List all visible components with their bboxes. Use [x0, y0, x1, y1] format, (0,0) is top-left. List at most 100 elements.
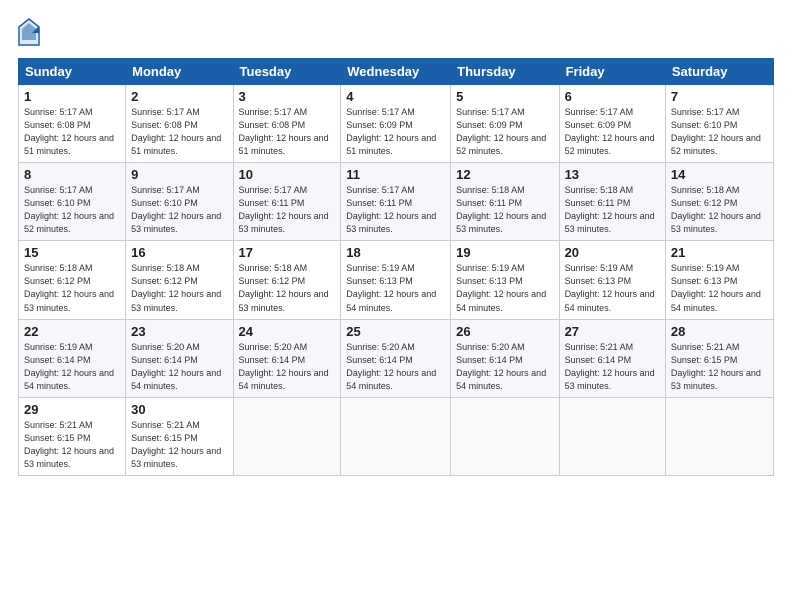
- day-info: Sunrise: 5:18 AMSunset: 6:12 PMDaylight:…: [239, 262, 336, 314]
- day-number: 7: [671, 89, 768, 104]
- day-info: Sunrise: 5:20 AMSunset: 6:14 PMDaylight:…: [346, 341, 445, 393]
- calendar-cell: 13 Sunrise: 5:18 AMSunset: 6:11 PMDayligh…: [559, 163, 665, 241]
- day-info: Sunrise: 5:17 AMSunset: 6:08 PMDaylight:…: [239, 106, 336, 158]
- day-info: Sunrise: 5:18 AMSunset: 6:12 PMDaylight:…: [131, 262, 227, 314]
- calendar-cell: 11 Sunrise: 5:17 AMSunset: 6:11 PMDayligh…: [341, 163, 451, 241]
- day-info: Sunrise: 5:17 AMSunset: 6:09 PMDaylight:…: [346, 106, 445, 158]
- day-info: Sunrise: 5:18 AMSunset: 6:11 PMDaylight:…: [456, 184, 553, 236]
- day-number: 26: [456, 324, 553, 339]
- day-info: Sunrise: 5:17 AMSunset: 6:08 PMDaylight:…: [131, 106, 227, 158]
- day-number: 2: [131, 89, 227, 104]
- day-number: 4: [346, 89, 445, 104]
- calendar-cell: 18Sunrise: 5:19 AMSunset: 6:13 PMDayligh…: [341, 241, 451, 319]
- weekday-header-saturday: Saturday: [665, 59, 773, 85]
- calendar-week-4: 22Sunrise: 5:19 AMSunset: 6:14 PMDayligh…: [19, 319, 774, 397]
- calendar-cell: 16 Sunrise: 5:18 AMSunset: 6:12 PMDayligh…: [126, 241, 233, 319]
- day-info: Sunrise: 5:19 AMSunset: 6:13 PMDaylight:…: [456, 262, 553, 314]
- calendar-cell: 22Sunrise: 5:19 AMSunset: 6:14 PMDayligh…: [19, 319, 126, 397]
- day-number: 18: [346, 245, 445, 260]
- calendar-cell: 15 Sunrise: 5:18 AMSunset: 6:12 PMDayligh…: [19, 241, 126, 319]
- calendar-cell: 26 Sunrise: 5:20 AMSunset: 6:14 PMDayligh…: [451, 319, 559, 397]
- day-number: 25: [346, 324, 445, 339]
- calendar-cell: 19 Sunrise: 5:19 AMSunset: 6:13 PMDayligh…: [451, 241, 559, 319]
- calendar-week-5: 29Sunrise: 5:21 AMSunset: 6:15 PMDayligh…: [19, 397, 774, 475]
- calendar-cell: [559, 397, 665, 475]
- weekday-header-friday: Friday: [559, 59, 665, 85]
- day-info: Sunrise: 5:19 AMSunset: 6:13 PMDaylight:…: [565, 262, 660, 314]
- day-info: Sunrise: 5:17 AMSunset: 6:09 PMDaylight:…: [565, 106, 660, 158]
- calendar-cell: 3 Sunrise: 5:17 AMSunset: 6:08 PMDaylight…: [233, 85, 341, 163]
- day-info: Sunrise: 5:17 AMSunset: 6:10 PMDaylight:…: [24, 184, 120, 236]
- day-info: Sunrise: 5:19 AMSunset: 6:14 PMDaylight:…: [24, 341, 120, 393]
- calendar-table: SundayMondayTuesdayWednesdayThursdayFrid…: [18, 58, 774, 476]
- calendar-cell: 27 Sunrise: 5:21 AMSunset: 6:14 PMDayligh…: [559, 319, 665, 397]
- logo-icon: [18, 18, 40, 46]
- day-number: 6: [565, 89, 660, 104]
- calendar-cell: 30Sunrise: 5:21 AMSunset: 6:15 PMDayligh…: [126, 397, 233, 475]
- weekday-header-wednesday: Wednesday: [341, 59, 451, 85]
- day-info: Sunrise: 5:21 AMSunset: 6:14 PMDaylight:…: [565, 341, 660, 393]
- calendar-week-1: 1 Sunrise: 5:17 AMSunset: 6:08 PMDaylight…: [19, 85, 774, 163]
- calendar-cell: 24 Sunrise: 5:20 AMSunset: 6:14 PMDayligh…: [233, 319, 341, 397]
- day-number: 9: [131, 167, 227, 182]
- day-number: 19: [456, 245, 553, 260]
- day-info: Sunrise: 5:17 AMSunset: 6:10 PMDaylight:…: [671, 106, 768, 158]
- day-number: 8: [24, 167, 120, 182]
- calendar-week-2: 8 Sunrise: 5:17 AMSunset: 6:10 PMDaylight…: [19, 163, 774, 241]
- weekday-header-row: SundayMondayTuesdayWednesdayThursdayFrid…: [19, 59, 774, 85]
- weekday-header-thursday: Thursday: [451, 59, 559, 85]
- calendar-cell: 10Sunrise: 5:17 AMSunset: 6:11 PMDayligh…: [233, 163, 341, 241]
- calendar-cell: [233, 397, 341, 475]
- logo: [18, 18, 44, 46]
- calendar-cell: 4 Sunrise: 5:17 AMSunset: 6:09 PMDaylight…: [341, 85, 451, 163]
- day-number: 16: [131, 245, 227, 260]
- day-info: Sunrise: 5:21 AMSunset: 6:15 PMDaylight:…: [24, 419, 120, 471]
- day-number: 12: [456, 167, 553, 182]
- day-info: Sunrise: 5:21 AMSunset: 6:15 PMDaylight:…: [671, 341, 768, 393]
- day-number: 10: [239, 167, 336, 182]
- calendar-cell: 12 Sunrise: 5:18 AMSunset: 6:11 PMDayligh…: [451, 163, 559, 241]
- day-number: 23: [131, 324, 227, 339]
- day-number: 27: [565, 324, 660, 339]
- calendar-cell: 5Sunrise: 5:17 AMSunset: 6:09 PMDaylight…: [451, 85, 559, 163]
- day-info: Sunrise: 5:17 AMSunset: 6:08 PMDaylight:…: [24, 106, 120, 158]
- day-number: 3: [239, 89, 336, 104]
- calendar-cell: 6 Sunrise: 5:17 AMSunset: 6:09 PMDaylight…: [559, 85, 665, 163]
- calendar-cell: 21 Sunrise: 5:19 AMSunset: 6:13 PMDayligh…: [665, 241, 773, 319]
- calendar-cell: 29Sunrise: 5:21 AMSunset: 6:15 PMDayligh…: [19, 397, 126, 475]
- day-number: 11: [346, 167, 445, 182]
- day-number: 15: [24, 245, 120, 260]
- calendar-cell: 2 Sunrise: 5:17 AMSunset: 6:08 PMDaylight…: [126, 85, 233, 163]
- day-info: Sunrise: 5:17 AMSunset: 6:09 PMDaylight:…: [456, 106, 553, 158]
- day-number: 1: [24, 89, 120, 104]
- day-info: Sunrise: 5:18 AMSunset: 6:12 PMDaylight:…: [671, 184, 768, 236]
- calendar-cell: 17 Sunrise: 5:18 AMSunset: 6:12 PMDayligh…: [233, 241, 341, 319]
- day-info: Sunrise: 5:21 AMSunset: 6:15 PMDaylight:…: [131, 419, 227, 471]
- day-info: Sunrise: 5:18 AMSunset: 6:11 PMDaylight:…: [565, 184, 660, 236]
- day-number: 24: [239, 324, 336, 339]
- calendar-cell: 7 Sunrise: 5:17 AMSunset: 6:10 PMDaylight…: [665, 85, 773, 163]
- day-info: Sunrise: 5:18 AMSunset: 6:12 PMDaylight:…: [24, 262, 120, 314]
- day-number: 20: [565, 245, 660, 260]
- day-number: 14: [671, 167, 768, 182]
- day-info: Sunrise: 5:19 AMSunset: 6:13 PMDaylight:…: [671, 262, 768, 314]
- day-info: Sunrise: 5:20 AMSunset: 6:14 PMDaylight:…: [456, 341, 553, 393]
- calendar-cell: 8 Sunrise: 5:17 AMSunset: 6:10 PMDaylight…: [19, 163, 126, 241]
- header: [18, 18, 774, 46]
- day-info: Sunrise: 5:20 AMSunset: 6:14 PMDaylight:…: [131, 341, 227, 393]
- day-number: 21: [671, 245, 768, 260]
- calendar-cell: 14 Sunrise: 5:18 AMSunset: 6:12 PMDayligh…: [665, 163, 773, 241]
- calendar-cell: 25 Sunrise: 5:20 AMSunset: 6:14 PMDayligh…: [341, 319, 451, 397]
- day-number: 17: [239, 245, 336, 260]
- calendar-cell: 20 Sunrise: 5:19 AMSunset: 6:13 PMDayligh…: [559, 241, 665, 319]
- day-info: Sunrise: 5:17 AMSunset: 6:11 PMDaylight:…: [346, 184, 445, 236]
- day-number: 28: [671, 324, 768, 339]
- day-info: Sunrise: 5:20 AMSunset: 6:14 PMDaylight:…: [239, 341, 336, 393]
- calendar-cell: [451, 397, 559, 475]
- calendar-cell: 28 Sunrise: 5:21 AMSunset: 6:15 PMDayligh…: [665, 319, 773, 397]
- weekday-header-tuesday: Tuesday: [233, 59, 341, 85]
- day-info: Sunrise: 5:17 AMSunset: 6:10 PMDaylight:…: [131, 184, 227, 236]
- day-number: 13: [565, 167, 660, 182]
- weekday-header-sunday: Sunday: [19, 59, 126, 85]
- calendar-cell: [341, 397, 451, 475]
